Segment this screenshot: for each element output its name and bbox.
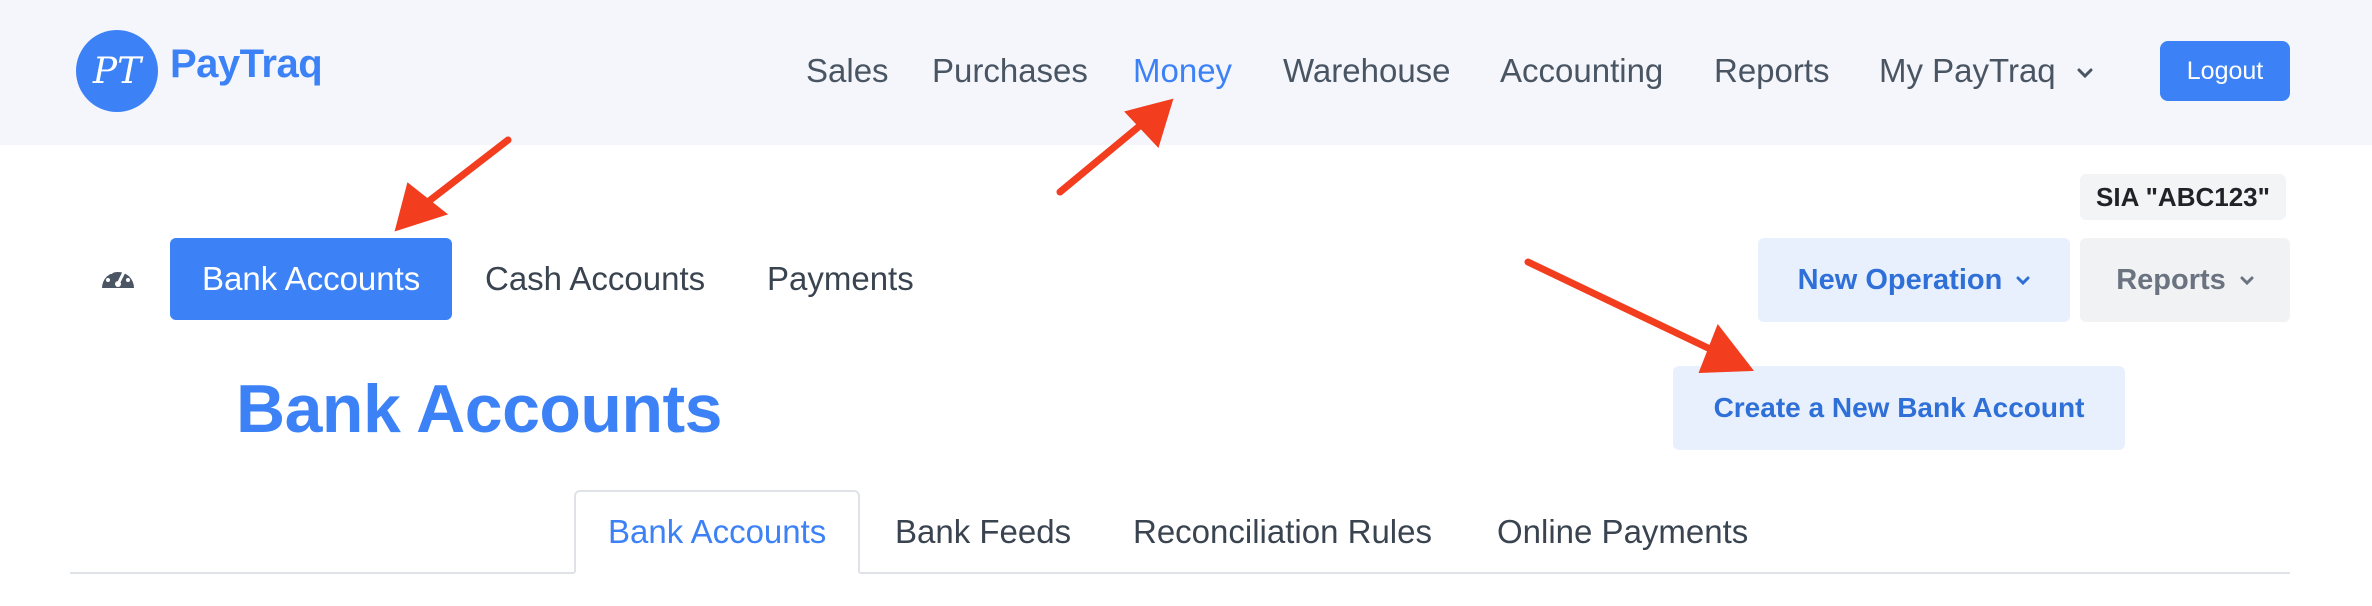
nav-item-warehouse[interactable]: Warehouse (1283, 52, 1451, 90)
nav-item-purchases[interactable]: Purchases (932, 52, 1088, 90)
subnav-bank-accounts[interactable]: Bank Accounts (170, 238, 453, 320)
page-title: Bank Accounts (236, 371, 722, 447)
company-badge: SIA "ABC123" (2080, 174, 2286, 220)
logout-button[interactable]: Logout (2160, 41, 2290, 101)
reports-dropdown[interactable]: Reports (2080, 238, 2290, 322)
chevron-down-icon (2240, 276, 2254, 285)
chevron-down-icon (2016, 276, 2030, 285)
subnav-payments[interactable]: Payments (767, 238, 914, 320)
subnav-cash-accounts[interactable]: Cash Accounts (485, 238, 705, 320)
create-bank-account-button[interactable]: Create a New Bank Account (1673, 366, 2125, 450)
nav-item-money[interactable]: Money (1133, 52, 1232, 90)
tab-bank-accounts[interactable]: Bank Accounts (574, 490, 861, 574)
reports-label: Reports (2116, 263, 2226, 296)
nav-item-reports[interactable]: Reports (1714, 52, 1830, 90)
tab-reconciliation-rules[interactable]: Reconciliation Rules (1133, 490, 1432, 574)
annotation-arrow-icon (394, 136, 512, 232)
speedometer-icon[interactable] (98, 262, 138, 292)
tab-bank-feeds[interactable]: Bank Feeds (895, 490, 1071, 574)
nav-item-my-paytraq[interactable]: My PayTraq (1879, 52, 2093, 90)
paytraq-logo-icon[interactable]: PT (76, 30, 158, 112)
new-operation-dropdown[interactable]: New Operation (1758, 238, 2070, 322)
top-navigation-bar: PT PayTraq Sales Purchases Money Warehou… (0, 0, 2372, 145)
tab-online-payments[interactable]: Online Payments (1497, 490, 1748, 574)
annotation-arrow-icon (1524, 258, 1754, 374)
nav-item-accounting[interactable]: Accounting (1500, 52, 1663, 90)
chevron-down-icon (2077, 68, 2093, 79)
logo-monogram: PT (92, 50, 142, 92)
nav-item-sales[interactable]: Sales (806, 52, 889, 90)
logo-wordmark[interactable]: PayTraq (170, 42, 323, 87)
nav-item-my-paytraq-label: My PayTraq (1879, 52, 2056, 89)
new-operation-label: New Operation (1797, 263, 2003, 296)
